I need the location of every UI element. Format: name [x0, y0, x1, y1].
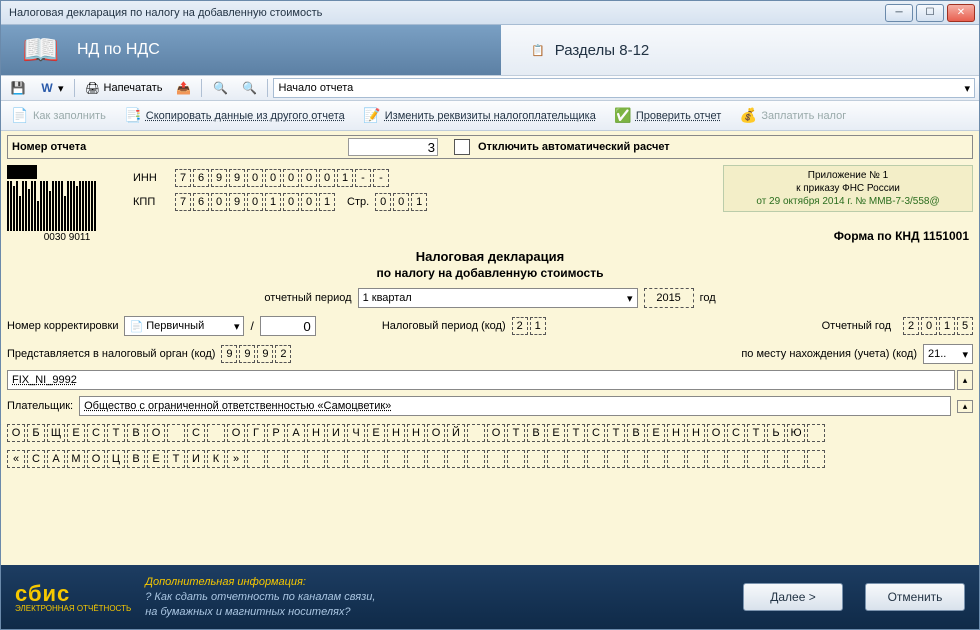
help-icon: 📄 [11, 107, 29, 125]
word-icon: W [39, 80, 55, 96]
footer: сбис ЭЛЕКТРОННАЯ ОТЧЁТНОСТЬ Дополнительн… [1, 565, 979, 629]
correction-number-input[interactable] [260, 316, 316, 336]
header-tab-sections[interactable]: Разделы 8-12 [555, 42, 650, 59]
maximize-button[interactable]: ☐ [916, 4, 944, 22]
zoom-out-button[interactable]: 🔍 [236, 78, 262, 98]
zoom-in-button[interactable]: 🔍 [207, 78, 233, 98]
chevron-down-icon: ▾ [627, 292, 633, 305]
fix-field[interactable]: FIX_NI_9992 [7, 370, 955, 390]
form-subtitle: по налогу на добавленную стоимость [7, 266, 973, 280]
pay-tax-link[interactable]: 💰Заплатить налог [735, 104, 850, 128]
window-title: Налоговая декларация по налогу на добавл… [5, 7, 882, 19]
howto-link[interactable]: 📄Как заполнить [7, 104, 110, 128]
zoom-in-icon: 🔍 [212, 80, 228, 96]
copy-icon: 📑 [124, 107, 142, 125]
save-icon: 💾 [10, 80, 26, 96]
barcode-caption: 0030 9011 [7, 232, 127, 243]
barcode: 0030 9011 [7, 165, 127, 243]
app-window: Налоговая декларация по налогу на добавл… [0, 0, 980, 630]
kpp-row: КПП 760901001 Стр. 001 [133, 193, 427, 211]
check-icon: ✅ [614, 107, 632, 125]
report-number-row: Номер отчета Отключить автоматический ра… [7, 135, 973, 159]
knd-code: Форма по КНД 1151001 [7, 229, 973, 243]
year-field[interactable]: 2015 [644, 288, 694, 308]
tax-period-value[interactable]: 21 [512, 317, 546, 335]
payer-field[interactable]: Общество с ограниченной ответственностью… [79, 396, 951, 416]
organ-value[interactable]: 9992 [221, 345, 291, 363]
kpp-value[interactable]: 760901001 [175, 193, 335, 211]
period-select[interactable]: 1 квартал▾ [358, 288, 638, 308]
page-value: 001 [375, 193, 427, 211]
export-button[interactable]: 📤 [170, 78, 196, 98]
separator [267, 79, 268, 97]
next-button[interactable]: Далее > [743, 583, 843, 611]
zoom-out-icon: 🔍 [241, 80, 257, 96]
toolbar-actions: 📄Как заполнить 📑Скопировать данные из др… [1, 101, 979, 131]
separator [201, 79, 202, 97]
cancel-button[interactable]: Отменить [865, 583, 965, 611]
close-button[interactable]: ✕ [947, 4, 975, 22]
chevron-down-icon: ▾ [964, 82, 970, 95]
scroll-up-button[interactable]: ▴ [957, 400, 973, 413]
chevron-down-icon: ▾ [234, 320, 240, 333]
report-number-label: Номер отчета [8, 141, 348, 153]
organ-row: Представляется в налоговый орган (код) 9… [7, 344, 973, 364]
slash: / [250, 319, 253, 333]
dropdown-icon: ▾ [58, 82, 64, 95]
inn-label: ИНН [133, 172, 169, 184]
period-row: отчетный период 1 квартал▾ 2015 год [7, 288, 973, 308]
correction-label: Номер корректировки [7, 320, 118, 332]
inn-value[interactable]: 7699000001-- [175, 169, 389, 187]
report-number-input[interactable] [348, 138, 438, 156]
minimize-button[interactable]: ─ [885, 4, 913, 22]
scroll-up-button[interactable]: ▴ [957, 370, 973, 390]
printer-icon: 🖨 [85, 80, 101, 96]
form-title: Налоговая декларация [7, 249, 973, 264]
disable-auto-checkbox[interactable] [454, 139, 470, 155]
tax-period-label: Налоговый период (код) [382, 320, 506, 332]
section-combo[interactable]: Начало отчета▾ [273, 78, 975, 98]
toolbar-main: 💾 W▾ 🖨Напечатать 📤 🔍 🔍 Начало отчета▾ [1, 75, 979, 101]
book-icon: 📖 [11, 28, 71, 72]
word-button[interactable]: W▾ [34, 78, 69, 98]
correction-select[interactable]: 📄 Первичный▾ [124, 316, 244, 336]
correction-row: Номер корректировки 📄 Первичный▾ / Налог… [7, 316, 973, 336]
payer-row: Плательщик: Общество с ограниченной отве… [7, 396, 973, 416]
copy-data-link[interactable]: 📑Скопировать данные из другого отчета [120, 104, 349, 128]
payer-name-line1[interactable]: ОБЩЕСТВОСОГРАНИЧЕННОЙОТВЕТСТВЕННОСТЬЮ [7, 424, 973, 442]
disable-auto-label: Отключить автоматический расчет [478, 141, 670, 153]
page-label: Стр. [347, 196, 369, 208]
place-select[interactable]: 21..▾ [923, 344, 973, 364]
payer-label: Плательщик: [7, 400, 73, 412]
print-button[interactable]: 🖨Напечатать [80, 78, 168, 98]
separator [74, 79, 75, 97]
titlebar: Налоговая декларация по налогу на добавл… [1, 1, 979, 25]
kpp-label: КПП [133, 196, 169, 208]
period-label: отчетный период [264, 292, 351, 304]
export-icon: 📤 [175, 80, 191, 96]
check-report-link[interactable]: ✅Проверить отчет [610, 104, 726, 128]
inn-row: ИНН 7699000001-- [133, 169, 427, 187]
header: 📖 НД по НДС 📋 Разделы 8-12 [1, 25, 979, 75]
edit-icon: 📝 [363, 107, 381, 125]
header-right-panel: 📋 Разделы 8-12 [501, 25, 979, 75]
payer-name-line2[interactable]: «САМОЦВЕТИК» [7, 450, 973, 468]
header-tab-main[interactable]: НД по НДС [71, 41, 160, 59]
organ-label: Представляется в налоговый орган (код) [7, 348, 215, 360]
footer-info: Дополнительная информация: ? Как сдать о… [145, 575, 375, 619]
sbis-logo: сбис ЭЛЕКТРОННАЯ ОТЧЁТНОСТЬ [15, 581, 131, 613]
footer-help-link[interactable]: ? Как сдать отчетность по каналам связи,… [145, 590, 375, 619]
form-area: Номер отчета Отключить автоматический ра… [1, 131, 979, 565]
report-year-value[interactable]: 2015 [903, 317, 973, 335]
save-button[interactable]: 💾 [5, 78, 31, 98]
edit-requisites-link[interactable]: 📝Изменить реквизиты налогоплательщика [359, 104, 600, 128]
money-icon: 💰 [739, 107, 757, 125]
report-year-label: Отчетный год [822, 320, 891, 332]
app-info-box: Приложение № 1 к приказу ФНС России от 2… [723, 165, 973, 212]
year-suffix: год [700, 292, 716, 304]
sections-icon: 📋 [531, 44, 545, 57]
place-label: по месту нахождения (учета) (код) [741, 348, 917, 360]
chevron-down-icon: ▾ [962, 348, 968, 361]
